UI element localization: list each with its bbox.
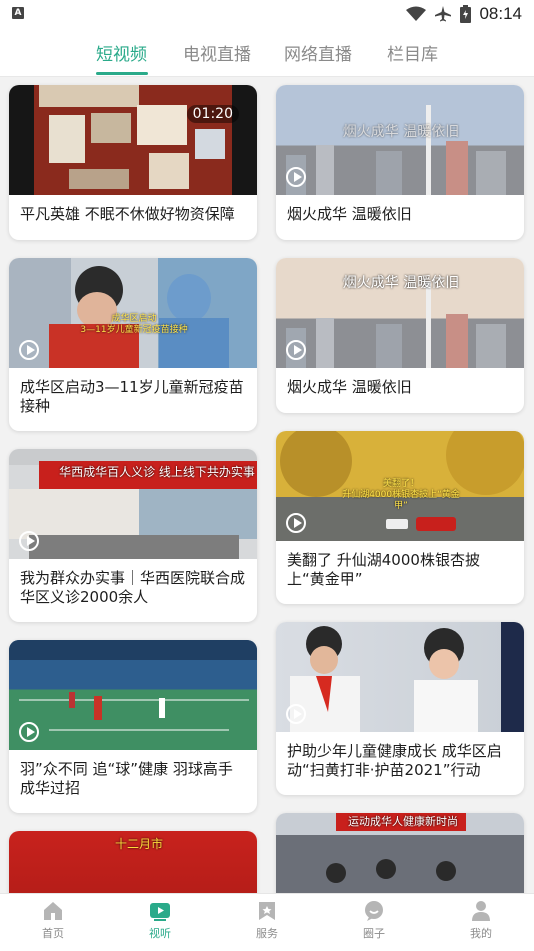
play-icon	[286, 513, 306, 533]
video-title: 美翻了 升仙湖4000株银杏披上“黄金甲”	[287, 551, 480, 588]
video-thumbnail: 十二月市	[9, 831, 257, 893]
video-title: 羽”众不同 追“球”健康 羽球高手成华过招	[20, 760, 233, 797]
tab-web-live[interactable]: 网络直播	[284, 40, 352, 65]
video-thumbnail: 01:20	[9, 85, 257, 195]
wifi-icon	[406, 6, 427, 21]
nav-profile[interactable]: 我的	[451, 900, 511, 941]
thumbnail-art	[9, 640, 257, 731]
video-thumbnail: 华西成华百人义诊 线上线下共办实事	[9, 449, 257, 559]
thumbnail-art	[290, 622, 524, 732]
video-title: 护助少年儿童健康成长 成华区启动“扫黄打非·护苗2021”行动	[287, 742, 502, 779]
nav-label: 视听	[149, 927, 171, 940]
video-feed[interactable]: 01:20 平凡英雄 不眠不休做好物资保障 成华区启动 3—11岁儿童新冠疫苗接…	[0, 77, 534, 893]
play-icon	[286, 704, 306, 724]
video-thumbnail: 成华区启动 3—11岁儿童新冠疫苗接种	[9, 258, 257, 368]
tab-short-video[interactable]: 短视频	[96, 40, 147, 65]
home-icon	[44, 902, 62, 920]
video-thumbnail: 烟火成华 温暖依旧	[276, 85, 524, 195]
video-card[interactable]: 羽”众不同 追“球”健康 羽球高手成华过招	[9, 640, 257, 813]
video-thumbnail	[9, 640, 257, 750]
video-thumbnail	[276, 622, 524, 732]
thumbnail-caption: 烟火成华 温暖依旧	[342, 275, 460, 291]
status-time: 08:14	[479, 4, 522, 23]
nav-label: 首页	[42, 927, 64, 940]
thumbnail-caption: 成华区启动 3—11岁儿童新冠疫苗接种	[80, 314, 188, 335]
thumbnail-caption: 美翻了！ 升仙湖4000株银杏披上“黄金甲”	[342, 479, 460, 511]
tab-program-library[interactable]: 栏目库	[387, 40, 438, 65]
play-icon	[286, 340, 306, 360]
video-thumbnail: 烟火成华 温暖依旧	[276, 258, 524, 368]
video-card[interactable]: 运动成华人健康新时尚	[276, 813, 524, 893]
nav-label: 服务	[256, 927, 278, 940]
video-card[interactable]: 烟火成华 温暖依旧 烟火成华 温暖依旧	[276, 85, 524, 240]
video-card[interactable]: 美翻了！ 升仙湖4000株银杏披上“黄金甲” 美翻了 升仙湖4000株银杏披上“…	[276, 431, 524, 604]
thumbnail-caption: 运动成华人健康新时尚	[348, 815, 458, 828]
nav-audio-video[interactable]: 视听	[130, 900, 190, 941]
video-card[interactable]: 烟火成华 温暖依旧 烟火成华 温暖依旧	[276, 258, 524, 413]
airplane-icon	[435, 6, 452, 22]
video-card[interactable]: 护助少年儿童健康成长 成华区启动“扫黄打非·护苗2021”行动	[276, 622, 524, 795]
person-icon	[472, 901, 490, 921]
video-thumbnail: 美翻了！ 升仙湖4000株银杏披上“黄金甲”	[276, 431, 524, 541]
play-icon	[286, 167, 306, 187]
play-icon	[19, 340, 39, 360]
nav-label: 我的	[470, 927, 492, 940]
nav-label: 圈子	[363, 927, 385, 940]
top-tab-bar: 短视频 电视直播 网络直播 栏目库	[0, 30, 534, 77]
thumbnail-art	[286, 105, 506, 195]
video-card[interactable]: 华西成华百人义诊 线上线下共办实事 我为群众办实事｜华西医院联合成华区义诊200…	[9, 449, 257, 622]
nav-home[interactable]: 首页	[23, 900, 83, 941]
video-card[interactable]: 成华区启动 3—11岁儿童新冠疫苗接种 成华区启动3—11岁儿童新冠疫苗接种	[9, 258, 257, 431]
nav-services[interactable]: 服务	[237, 900, 297, 941]
bookmark-icon	[259, 902, 275, 920]
status-icons: 08:14	[406, 3, 522, 25]
thumbnail-art	[49, 266, 229, 368]
video-duration: 01:20	[186, 105, 239, 123]
play-icon	[19, 722, 39, 742]
video-card[interactable]: 十二月市	[9, 831, 257, 893]
notification-icon: A	[12, 7, 24, 19]
battery-icon	[460, 5, 472, 23]
video-title: 烟火成华 温暖依旧	[287, 205, 412, 223]
thumbnail-caption: 十二月市	[114, 837, 163, 851]
thumbnail-caption: 华西成华百人义诊 线上线下共办实事	[59, 465, 255, 479]
nav-circle[interactable]: 圈子	[344, 900, 404, 941]
video-card[interactable]: 01:20 平凡英雄 不眠不休做好物资保障	[9, 85, 257, 240]
video-icon	[150, 903, 170, 921]
thumbnail-art	[39, 85, 225, 189]
chat-bubble-icon	[365, 901, 383, 921]
video-title: 我为群众办实事｜华西医院联合成华区义诊2000余人	[20, 569, 246, 606]
status-bar: A 08:14	[0, 0, 534, 30]
video-thumbnail: 运动成华人健康新时尚	[276, 813, 524, 893]
video-title: 平凡英雄 不眠不休做好物资保障	[20, 205, 235, 223]
tab-active-indicator	[96, 72, 148, 75]
thumbnail-caption: 烟火成华 温暖依旧	[342, 124, 460, 140]
bottom-navigation: 首页 视听 服务 圈子 我的	[0, 893, 534, 951]
video-title: 烟火成华 温暖依旧	[287, 378, 412, 396]
video-title: 成华区启动3—11岁儿童新冠疫苗接种	[20, 378, 244, 415]
play-icon	[19, 531, 39, 551]
tab-tv-live[interactable]: 电视直播	[183, 40, 251, 65]
